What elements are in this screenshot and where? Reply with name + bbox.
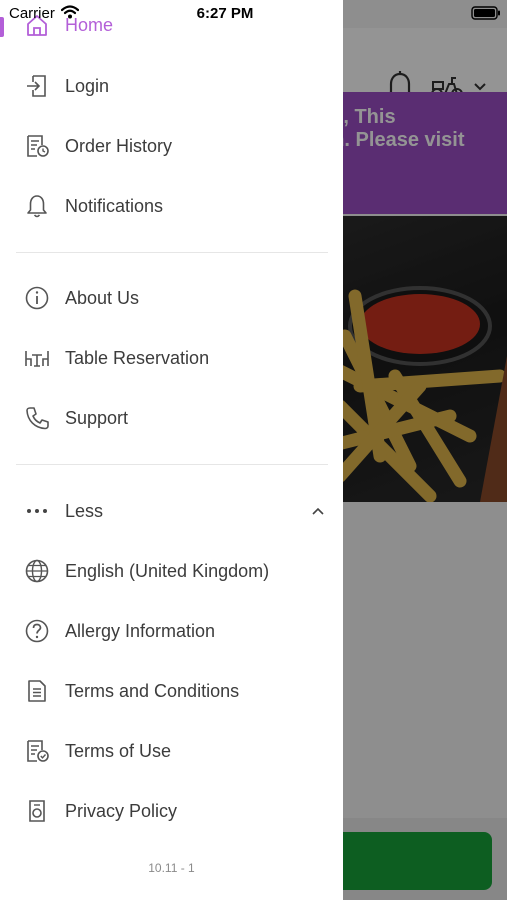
privacy-icon (24, 798, 50, 824)
menu-divider (16, 252, 328, 253)
drawer-item-allergy-information[interactable]: Allergy Information (0, 603, 343, 659)
navigation-drawer: Home Login Order History Notifications A… (0, 0, 343, 900)
login-icon (24, 73, 50, 99)
app-version: 10.11 - 1 (148, 861, 195, 875)
drawer-item-label: Less (65, 500, 104, 521)
order-history-icon (24, 133, 50, 159)
status-time: 6:27 PM (196, 5, 254, 22)
phone-icon (24, 405, 50, 431)
drawer-item-terms-and-conditions[interactable]: Terms and Conditions (0, 663, 343, 719)
menu-divider (16, 464, 328, 465)
question-icon (24, 618, 50, 644)
more-icon (24, 498, 50, 524)
drawer-item-less[interactable]: Less (0, 483, 343, 539)
drawer-item-label: Order History (65, 135, 173, 156)
drawer-item-table-reservation[interactable]: Table Reservation (0, 330, 343, 386)
drawer-item-label: Allergy Information (65, 620, 216, 641)
drawer-item-notifications[interactable]: Notifications (0, 178, 343, 234)
drawer-item-privacy-policy[interactable]: Privacy Policy (0, 783, 343, 839)
table-icon (24, 345, 50, 371)
drawer-item-label: Login (65, 75, 110, 96)
drawer-item-label: Privacy Policy (65, 800, 178, 821)
drawer-item-label: Notifications (65, 195, 164, 216)
status-bar: Carrier 6:27 PM (0, 0, 507, 28)
drawer-item-order-history[interactable]: Order History (0, 118, 343, 174)
drawer-item-label: English (United Kingdom) (65, 560, 270, 581)
drawer-item-label: About Us (65, 287, 140, 308)
info-icon (24, 285, 50, 311)
drawer-item-label: Support (65, 407, 129, 428)
drawer-item-language[interactable]: English (United Kingdom) (0, 543, 343, 599)
drawer-item-support[interactable]: Support (0, 390, 343, 446)
globe-icon (24, 558, 50, 584)
document-icon (24, 678, 50, 704)
drawer-item-label: Terms and Conditions (65, 680, 240, 701)
drawer-item-label: Table Reservation (65, 347, 210, 368)
drawer-item-login[interactable]: Login (0, 58, 343, 114)
drawer-item-about-us[interactable]: About Us (0, 270, 343, 326)
battery-icon (471, 6, 500, 20)
drawer-item-terms-of-use[interactable]: Terms of Use (0, 723, 343, 779)
bell-icon (24, 193, 50, 219)
drawer-item-label: Terms of Use (65, 740, 172, 761)
document-check-icon (24, 738, 50, 764)
chevron-up-icon[interactable] (310, 505, 326, 517)
